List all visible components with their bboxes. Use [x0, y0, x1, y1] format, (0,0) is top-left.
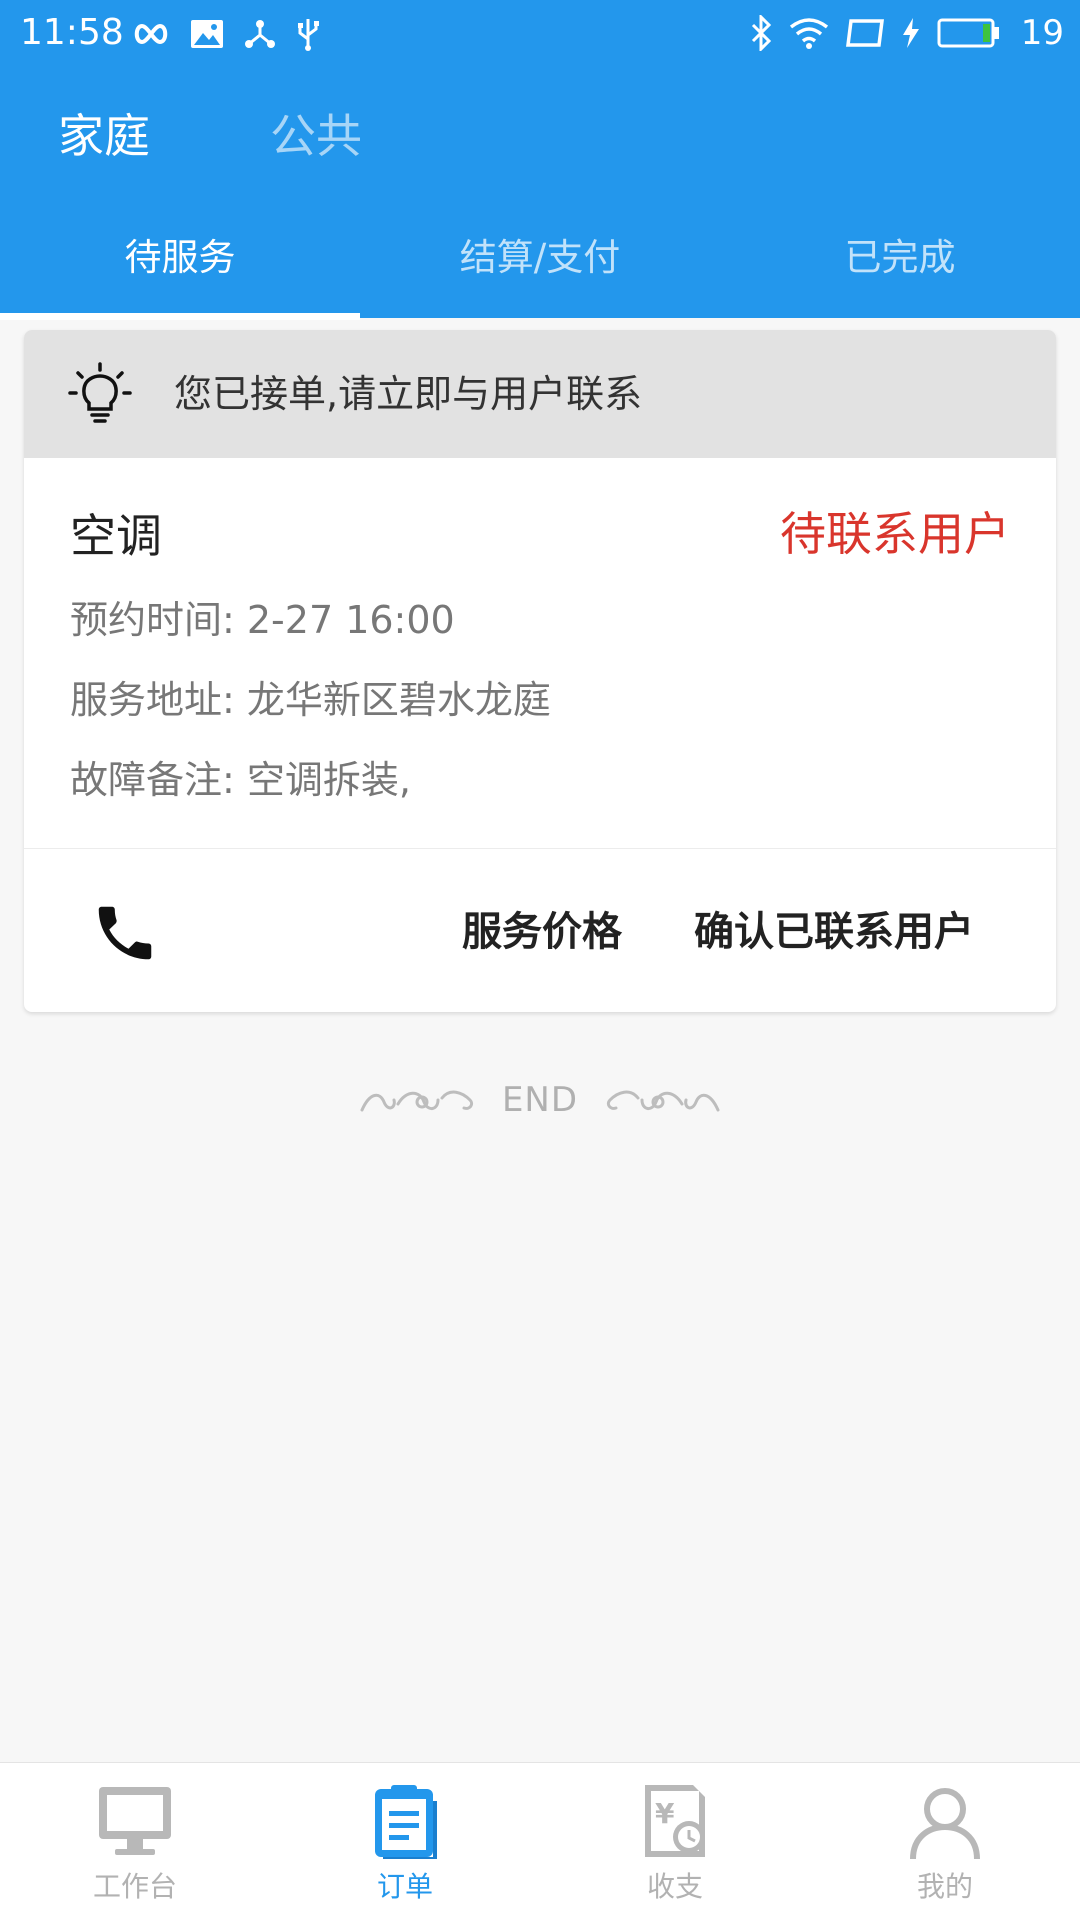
- tab-settlement-payment[interactable]: 结算/支付: [360, 222, 720, 294]
- nav-item-mine[interactable]: 我的: [810, 1763, 1080, 1921]
- nav-item-finance[interactable]: ¥ 收支: [540, 1763, 810, 1921]
- order-status-badge: 待联系用户: [780, 507, 1010, 561]
- service-name: 空调: [70, 509, 162, 563]
- status-icons-left: [132, 12, 320, 56]
- bluetooth-icon: [751, 15, 771, 51]
- nav-label-workbench: 工作台: [92, 1870, 177, 1903]
- infinity-icon: [134, 23, 168, 45]
- fault-note: 故障备注: 空调拆装,: [70, 758, 411, 802]
- end-label: END: [501, 1080, 579, 1120]
- order-status-tabs: 待服务 结算/支付 已完成: [0, 222, 1080, 320]
- service-address: 服务地址: 龙华新区碧水龙庭: [70, 678, 551, 722]
- order-notice-text: 您已接单,请立即与用户联系: [174, 372, 643, 416]
- scope-tab-home[interactable]: 家庭: [58, 96, 150, 176]
- list-end-marker: END: [0, 1070, 1080, 1130]
- active-tab-indicator: [0, 313, 360, 320]
- battery-icon: [937, 18, 999, 48]
- nav-item-orders[interactable]: 订单: [270, 1763, 540, 1921]
- usb-icon: [298, 19, 319, 51]
- wifi-icon: [789, 18, 828, 49]
- nav-label-orders: 订单: [376, 1870, 433, 1903]
- app-header: 11:58 19 家庭 公共 待服务 结算/支付 已完成: [0, 0, 1080, 320]
- nfc-card-icon: [845, 19, 884, 47]
- confirm-contacted-button[interactable]: 确认已联系用户: [694, 902, 974, 962]
- clipboard-icon: [375, 1785, 437, 1859]
- card-divider: [24, 848, 1056, 849]
- image-icon: [191, 20, 223, 48]
- status-bar: 11:58 19: [0, 0, 1080, 66]
- svg-text:¥: ¥: [655, 1797, 675, 1830]
- share-hub-icon: [245, 20, 275, 48]
- status-icons-right: 19: [749, 10, 1064, 56]
- user-icon: [910, 1788, 980, 1860]
- order-card[interactable]: 您已接单,请立即与用户联系 空调 待联系用户 预约时间: 2-27 16:00 …: [24, 330, 1056, 1012]
- lightbulb-icon: [68, 362, 132, 423]
- ornament-right-icon: [606, 1090, 720, 1112]
- status-time: 11:58: [20, 12, 124, 53]
- charging-icon: [902, 18, 919, 48]
- tab-pending-service[interactable]: 待服务: [0, 222, 360, 294]
- battery-level: 19: [1020, 13, 1064, 53]
- monitor-icon: [99, 1787, 171, 1855]
- bottom-navigation: 工作台 订单 ¥ 收支 我的: [0, 1762, 1080, 1921]
- scope-tabs: 家庭 公共: [0, 96, 1080, 176]
- appointment-time: 预约时间: 2-27 16:00: [70, 598, 455, 642]
- service-price-button[interactable]: 服务价格: [462, 902, 622, 962]
- tab-completed[interactable]: 已完成: [720, 222, 1080, 294]
- nav-label-finance: 收支: [646, 1870, 703, 1903]
- nav-label-mine: 我的: [916, 1870, 973, 1903]
- scope-tab-public[interactable]: 公共: [270, 96, 362, 176]
- nav-item-workbench[interactable]: 工作台: [0, 1763, 270, 1921]
- order-notice-banner: 您已接单,请立即与用户联系: [24, 330, 1056, 458]
- finance-icon: ¥: [645, 1785, 705, 1857]
- phone-icon[interactable]: [90, 898, 160, 968]
- ornament-left-icon: [360, 1090, 474, 1112]
